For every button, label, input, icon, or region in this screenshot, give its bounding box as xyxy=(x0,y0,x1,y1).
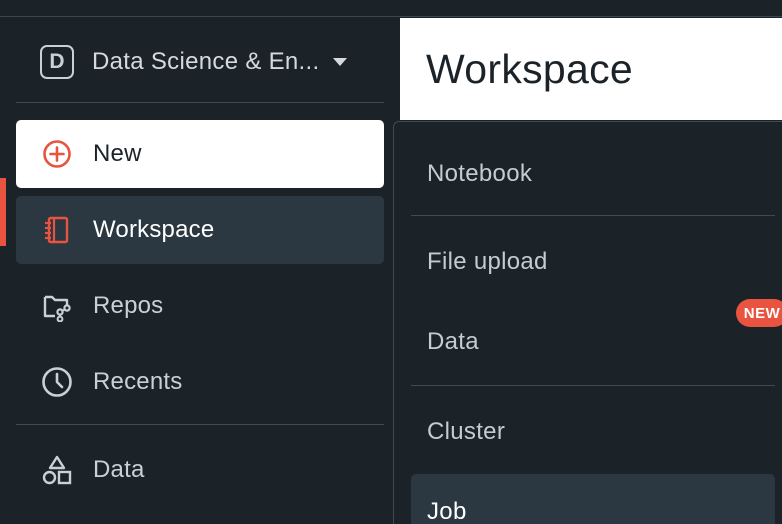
menu-item-label: Cluster xyxy=(427,418,506,445)
new-menu: Notebook File upload Data Cluster Job xyxy=(393,121,782,524)
page-title: Workspace xyxy=(426,46,634,92)
chevron-down-icon xyxy=(333,58,348,66)
sidebar-item-recents[interactable]: Recents xyxy=(16,348,384,416)
sidebar-item-label: Repos xyxy=(93,292,164,319)
sidebar-item-repos[interactable]: Repos xyxy=(16,272,384,340)
sidebar-item-label: New xyxy=(93,140,142,167)
sidebar-item-label: Data xyxy=(93,456,145,483)
sidebar-item-label: Recents xyxy=(93,368,183,395)
sidebar-item-label: Workspace xyxy=(93,216,215,243)
sidebar: D Data Science & En... New Workspace Rep… xyxy=(0,18,400,524)
menu-item-file-upload[interactable]: File upload xyxy=(411,224,775,300)
menu-item-notebook[interactable]: Notebook xyxy=(411,136,775,212)
new-badge: NEW xyxy=(736,299,782,327)
sidebar-item-new[interactable]: New xyxy=(16,120,384,188)
menu-item-label: File upload xyxy=(427,248,548,275)
page-header: Workspace xyxy=(400,18,782,120)
persona-label: Data Science & En... xyxy=(92,48,320,75)
top-bar xyxy=(0,0,782,17)
menu-item-cluster[interactable]: Cluster xyxy=(411,394,775,470)
clock-icon xyxy=(40,365,74,399)
persona-badge: D xyxy=(40,45,74,79)
menu-item-data[interactable]: Data xyxy=(411,304,775,380)
shapes-icon xyxy=(40,453,74,487)
notebook-icon xyxy=(40,213,74,247)
plus-circle-icon xyxy=(40,137,74,171)
active-indicator xyxy=(0,178,6,246)
menu-item-label: Job xyxy=(427,498,467,524)
menu-item-label: Notebook xyxy=(427,160,533,187)
menu-item-label: Data xyxy=(427,328,479,355)
sidebar-divider xyxy=(16,424,384,425)
sidebar-item-data[interactable]: Data xyxy=(16,436,384,504)
persona-switcher[interactable]: D Data Science & En... xyxy=(16,38,384,86)
sidebar-divider xyxy=(16,102,384,103)
repo-icon xyxy=(40,289,74,323)
menu-divider xyxy=(411,385,775,386)
sidebar-item-workspace[interactable]: Workspace xyxy=(16,196,384,264)
menu-item-job[interactable]: Job xyxy=(411,474,775,524)
menu-divider xyxy=(411,215,775,216)
